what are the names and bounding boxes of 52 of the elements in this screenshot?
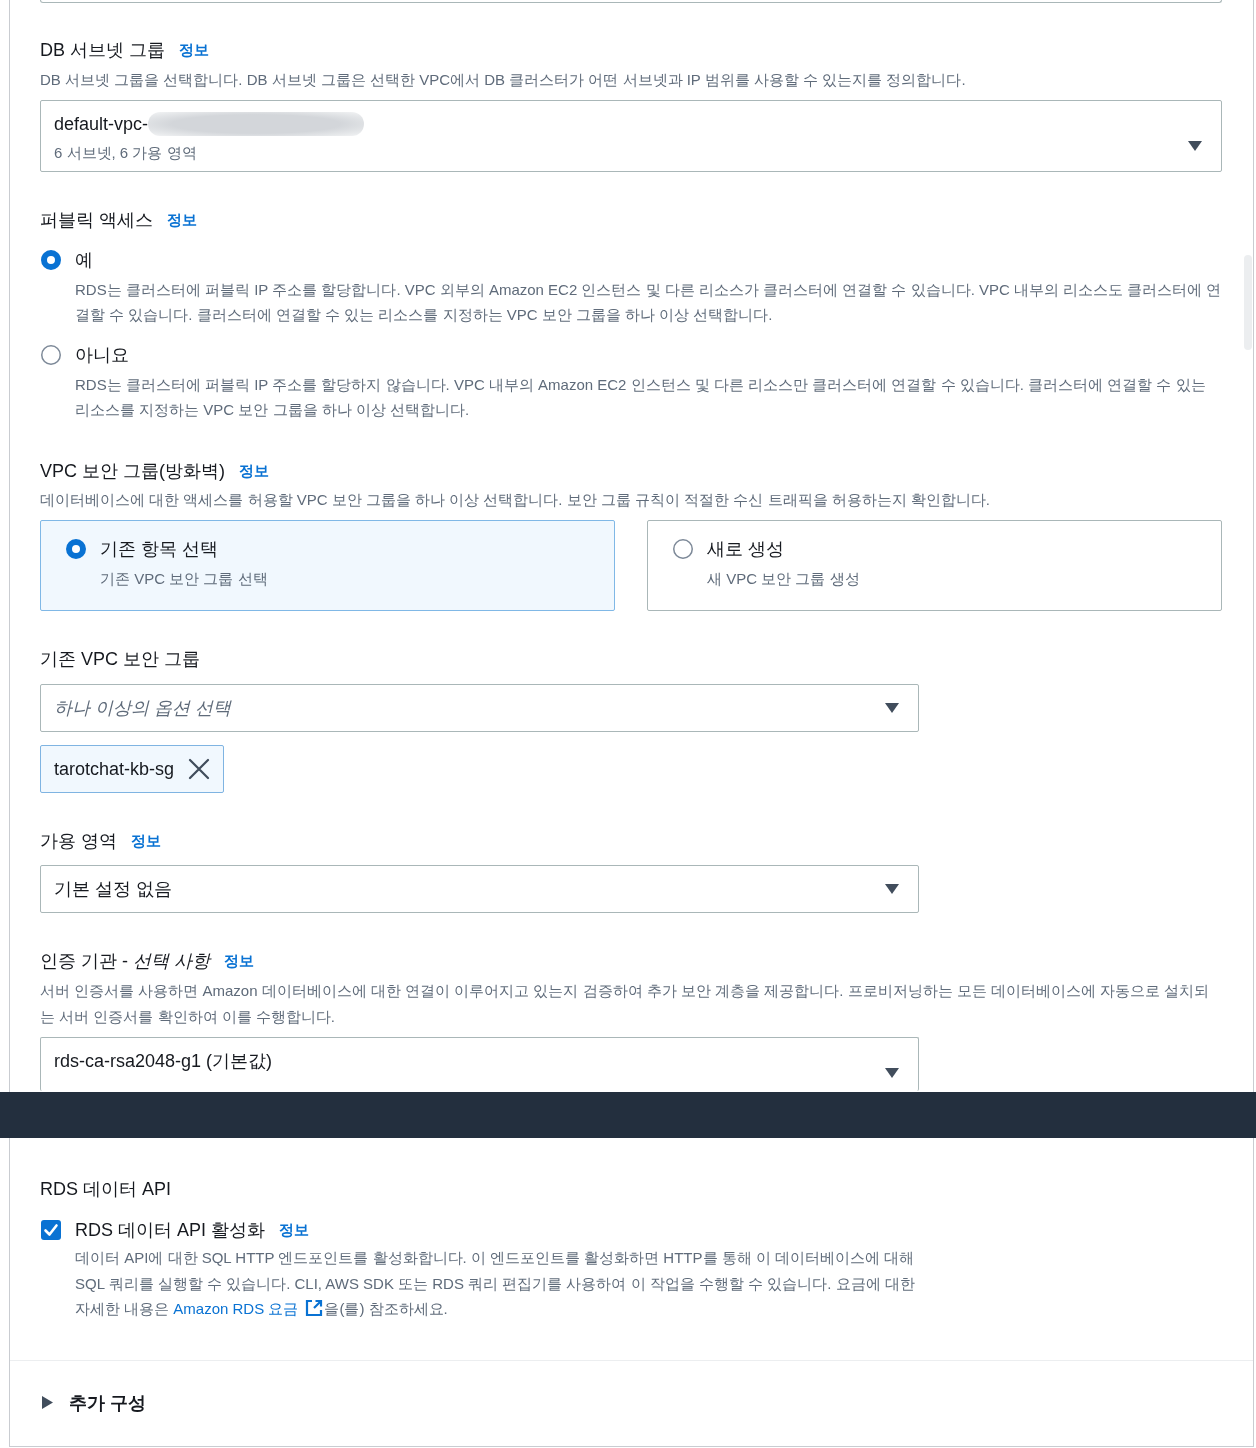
radio-label[interactable]: 아니요 (75, 342, 129, 368)
radio-button[interactable] (66, 539, 86, 559)
field-description: DB 서브넷 그룹을 선택합니다. DB 서브넷 그룹은 선택한 VPC에서 DB 클러스터가 어떤 서브넷과 IP 범위를 사용할 수 있는지를 정의합니다. (40, 70, 967, 90)
pricing-link[interactable]: Amazon RDS 요금 (173, 1300, 325, 1317)
section-heading: 가용 영역 (40, 830, 117, 853)
option-description: RDS는 클러스터에 퍼블릭 IP 주소를 할당합니다. VPC 외부의 Amazon EC2 인스턴스 및 다른 리소스가 클러스터에 연결할 수 있습니다. VPC 내부의 리소스도 클러스터에 연결할 수 있습니다. 클러스터에 연결할 수 있는 리소스를 지정하는 VPC 보안 그룹을 하나 이상 선택합니다. (75, 280, 1222, 325)
info-link[interactable]: 정보 (279, 1217, 310, 1243)
caret-down-icon (885, 703, 899, 713)
radio-label[interactable]: 예 (75, 247, 93, 273)
expand-toggle[interactable]: 추가 구성 (40, 1389, 146, 1416)
checkbox[interactable] (41, 1220, 61, 1240)
info-link[interactable]: 정보 (179, 37, 209, 63)
caret-down-icon (885, 1068, 899, 1078)
info-link[interactable]: 정보 (167, 207, 197, 233)
info-link[interactable]: 정보 (131, 828, 161, 854)
section-heading: 기존 VPC 보안 그룹 (40, 648, 200, 671)
select-value: 기본 설정 없음 (54, 878, 172, 901)
select-value: rds-ca-rsa2048-g1 (기본값) (54, 1050, 273, 1073)
radio-button[interactable] (41, 250, 61, 270)
section-heading: RDS 데이터 API (40, 1178, 172, 1201)
info-link[interactable]: 정보 (224, 948, 254, 974)
field-description: 서버 인증서를 사용하면 Amazon 데이터베이스에 대한 연결이 이루어지고 있는지 검증하여 추가 보안 계층을 제공합니다. 프로비저닝하는 모든 데이터베이스에 자동으로 설치되는 서버 인증서를 확인하여 이를 수행합니다. (40, 981, 1211, 1027)
checkbox-label[interactable]: RDS 데이터 API 활성화 (75, 1217, 266, 1243)
tile-title: 새로 생성 (707, 538, 785, 561)
radio-button[interactable] (673, 539, 693, 559)
field-description: 데이터베이스에 대한 액세스를 허용할 VPC 보안 그룹을 하나 이상 선택합니다. 보안 그룹 규칙이 적절한 수신 트래픽을 허용하는지 확인합니다. (40, 490, 992, 510)
section-heading: VPC 보안 그룹(방화벽) (40, 460, 225, 483)
multiselect-field[interactable]: 하나 이상의 옵션 선택 (40, 684, 919, 732)
select-field[interactable]: default-vpc- 6 서브넷, 6 가용 영역 (40, 100, 1222, 172)
option-tile[interactable]: 새로 생성 새 VPC 보안 그룹 생성 (647, 520, 1222, 611)
caret-down-icon (1188, 141, 1202, 151)
tile-description: 기존 VPC 보안 그룹 선택 (100, 569, 269, 589)
option-description: RDS는 클러스터에 퍼블릭 IP 주소를 할당하지 않습니다. VPC 내부의 Amazon EC2 인스턴스 및 다른 리소스만 클러스터에 연결할 수 있습니다. 클러스터에 연결할 수 있는 리소스를 지정하는 VPC 보안 그룹을 하나 이상 선택합니다. (75, 375, 1207, 420)
input-field[interactable] (40, 0, 1222, 3)
option-description: 데이터 API에 대한 SQL HTTP 엔드포인트를 활성화합니다. 이 엔드포인트를 활성화하면 HTTP를 통해 이 데이터베이스에 대해 SQL 쿼리를 실행할 수 있습니다. CLI, AWS SDK 또는 RDS 쿼리 편집기를 사용하여 이 작업을 수행할 수 있습니다. 요금에 대한 자세한 내용은 Amazon RDS 요금 을(를) 참조하세요. (75, 1248, 916, 1320)
caret-down-icon (885, 884, 899, 894)
option-tile[interactable]: 기존 항목 선택 기존 VPC 보안 그룹 선택 (40, 520, 615, 611)
tile-title: 기존 항목 선택 (100, 538, 219, 561)
section-heading: DB 서브넷 그룹 (40, 39, 165, 62)
external-link-icon (304, 1298, 325, 1318)
tile-description: 새 VPC 보안 그룹 생성 (707, 569, 861, 589)
radio-button[interactable] (41, 345, 61, 365)
select-field[interactable]: rds-ca-rsa2048-g1 (기본값) (40, 1037, 919, 1091)
section-heading: 퍼블릭 액세스 (40, 209, 153, 232)
select-detail: 6 서브넷, 6 가용 영역 (54, 143, 198, 163)
close-icon[interactable] (188, 758, 211, 780)
select-value: default-vpc- (54, 113, 149, 136)
select-field[interactable]: 기본 설정 없음 (40, 865, 919, 913)
token-label: tarotchat-kb-sg (54, 758, 175, 781)
scrollbar-thumb[interactable] (1244, 255, 1252, 350)
info-link[interactable]: 정보 (239, 458, 269, 484)
section-heading: 인증 기관 - 선택 사항 (40, 950, 210, 973)
